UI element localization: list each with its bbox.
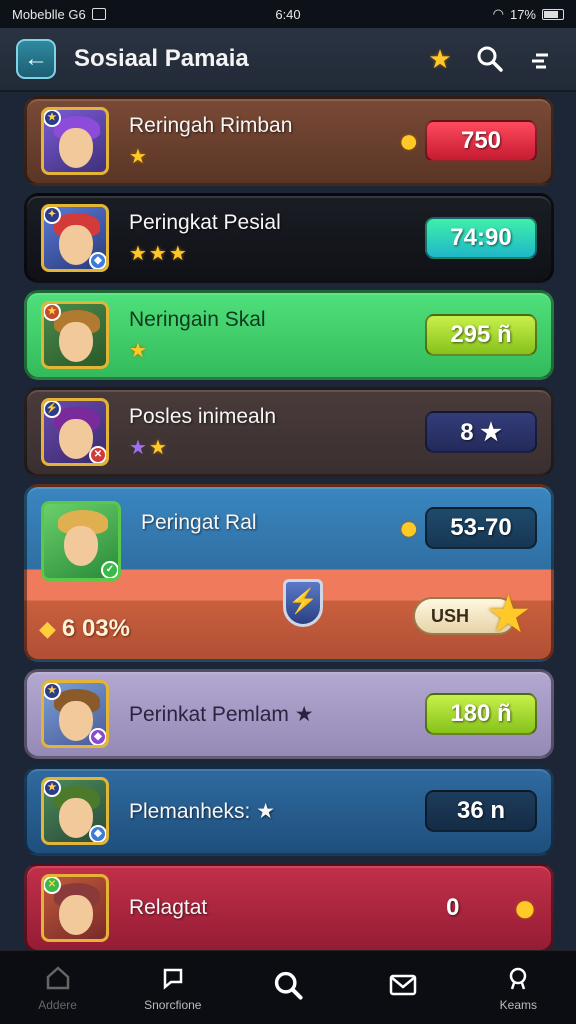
rank-badge-icon: ✕ — [44, 877, 61, 894]
nav-profile[interactable]: Keams — [470, 964, 566, 1012]
list-item[interactable]: ✕ Relagtat 0 ● — [24, 863, 554, 953]
score-badge: 180 ñ — [425, 693, 537, 735]
chat-icon — [163, 968, 183, 990]
row-stars: ★★★ — [129, 242, 189, 265]
carrier-label: Mobeblle G6 — [12, 6, 86, 22]
row-stars: ★ — [129, 339, 149, 362]
row-name: Peringat Ral — [141, 511, 257, 534]
list-item[interactable]: ★ Neringain Skal ★ 295 ñ — [24, 290, 554, 380]
coin-icon: ● — [398, 509, 419, 547]
search-icon — [274, 971, 303, 1000]
featured-progress-bar: ◆ 6 03% ⚡ USH ★ — [39, 579, 537, 649]
star-icon: ★ — [487, 588, 529, 640]
row-name: Peringkat Pesial — [129, 210, 281, 234]
score-badge: 750 — [425, 120, 537, 162]
star-icon: ★ — [428, 43, 452, 74]
wifi-icon: ◠ — [492, 6, 504, 21]
row-name: Posles inimealn — [129, 404, 277, 428]
rank-badge-icon: ✦ — [44, 207, 61, 224]
check-badge-icon: ✓ — [101, 561, 118, 578]
favorites-button[interactable]: ★ — [420, 39, 460, 79]
list-item[interactable]: ✦ ◆ Peringkat Pesial ★★★ 74:90 — [24, 193, 554, 283]
score-badge: 36 n — [425, 790, 537, 832]
rank-badge-icon: ★ — [44, 683, 61, 700]
featured-list-item[interactable]: ✓ Peringat Ral ● 53-70 ◆ 6 03% ⚡ USH ★ — [24, 484, 554, 662]
level-progress: 6 03% — [61, 615, 130, 642]
status-bar: Mobeblle G6 6:40 ◠ 17% — [0, 0, 576, 28]
score-badge: 0 — [446, 894, 460, 921]
list-item[interactable]: ★ ◆ Perinkat Pemlam ★ 180 ñ — [24, 669, 554, 759]
avatar: ✕ — [41, 874, 109, 942]
row-name: Relagtat — [129, 896, 208, 919]
shield-badge-icon: ◆ — [89, 728, 106, 745]
inbox-icon — [389, 974, 417, 995]
avatar: ★ ◆ — [41, 777, 109, 845]
avatar: ★ — [41, 301, 109, 369]
score-badge: 295 ñ — [425, 314, 537, 356]
ranking-list: ★ Reringah Rimban ★ ● 750 ✦ ◆ Peringkat … — [24, 96, 554, 960]
arrow-left-icon: ← — [24, 45, 48, 72]
row-stars: ★ — [129, 145, 149, 168]
home-icon — [46, 965, 69, 989]
sort-button[interactable] — [520, 39, 560, 79]
avatar: ★ — [41, 107, 109, 175]
rank-badge-icon: ★ — [44, 304, 61, 321]
row-name: Plemanheks: ★ — [129, 799, 276, 823]
coin-icon: ● — [398, 121, 419, 160]
nav-label: Keams — [499, 997, 538, 1012]
bottom-navigation: Addere Snorcfione Keams — [0, 950, 576, 1024]
row-name: Perinkat Pemlam ★ — [129, 702, 314, 726]
rank-badge-icon: ★ — [44, 110, 61, 127]
score-badge: 74:90 — [425, 217, 537, 259]
back-button[interactable]: ← — [16, 39, 56, 79]
app-header: ← Sosiaal Pamaia ★ — [0, 28, 576, 92]
score-badge: 8 ★ — [425, 411, 537, 453]
shield-emblem-icon: ⚡ — [283, 579, 323, 627]
nav-chat[interactable]: Snorcfione — [125, 964, 221, 1012]
page-title: Sosiaal Pamaia — [74, 45, 249, 72]
search-button[interactable] — [470, 39, 510, 79]
rank-badge-icon: ★ — [44, 780, 61, 797]
avatar: ★ ◆ — [41, 680, 109, 748]
list-item[interactable]: ★ Reringah Rimban ★ ● 750 — [24, 96, 554, 186]
battery-icon — [542, 8, 564, 20]
sort-icon — [532, 53, 548, 69]
row-stars: ★★ — [129, 436, 169, 459]
gem-icon: ◆ — [39, 616, 56, 641]
avatar: ✦ ◆ — [41, 204, 109, 272]
list-item[interactable]: ★ ◆ Plemanheks: ★ 36 n — [24, 766, 554, 856]
row-name: Neringain Skal — [129, 307, 266, 331]
row-name: Reringah Rimban — [129, 113, 293, 137]
shield-badge-icon: ◆ — [89, 252, 106, 269]
sword-badge-icon: ✕ — [89, 446, 106, 463]
nav-label: Addere — [38, 997, 77, 1012]
avatar: ✓ — [41, 501, 121, 581]
acorn-icon: ● — [512, 885, 537, 930]
notification-icon — [91, 8, 106, 20]
nav-search[interactable] — [240, 969, 336, 1007]
avatar: ⚡ ✕ — [41, 398, 109, 466]
score-badge: 53-70 — [425, 507, 537, 549]
nav-label: Snorcfione — [144, 997, 202, 1012]
ush-button[interactable]: USH ★ — [412, 588, 529, 640]
profile-icon — [510, 967, 527, 989]
rank-badge-icon: ⚡ — [44, 401, 61, 418]
nav-home[interactable]: Addere — [10, 964, 106, 1012]
battery-level: 17% — [509, 6, 536, 22]
search-icon — [477, 46, 503, 72]
nav-inbox[interactable] — [355, 971, 451, 1005]
list-item[interactable]: ⚡ ✕ Posles inimealn ★★ 8 ★ — [24, 387, 554, 477]
shield-badge-icon: ◆ — [89, 825, 106, 842]
